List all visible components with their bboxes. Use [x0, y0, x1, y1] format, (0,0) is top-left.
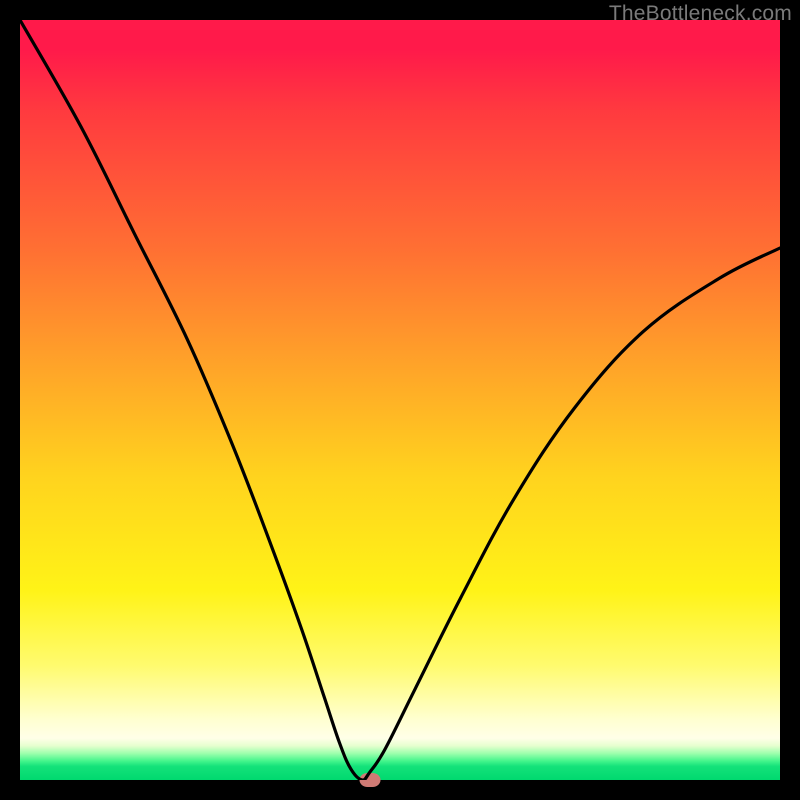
bottleneck-curve — [20, 20, 780, 780]
watermark-text: TheBottleneck.com — [609, 2, 792, 26]
plot-frame — [20, 20, 780, 780]
